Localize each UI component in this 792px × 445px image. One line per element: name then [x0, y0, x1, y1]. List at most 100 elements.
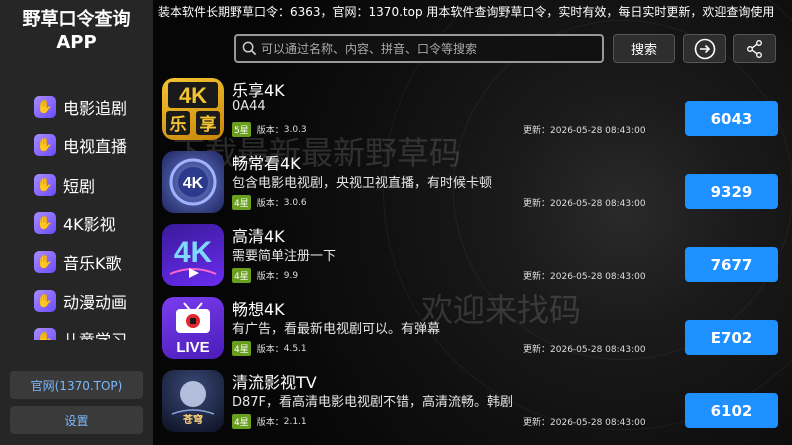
app-name: 畅常看4K — [232, 154, 301, 173]
app-meta: 4星 版本： 4.5.1 — [232, 341, 307, 356]
app-title-line2: APP — [56, 32, 97, 53]
hand-icon: ✋ — [34, 212, 56, 234]
app-name: 清流影视TV — [232, 373, 317, 392]
updated-time: 更新：2026-05-28 08:43:00 — [523, 123, 646, 136]
version-value: 2.1.1 — [283, 416, 307, 427]
updated-time: 更新：2026-05-28 08:43:00 — [523, 415, 646, 428]
main-panel: 装本软件长期野草口令：6363，官网：1370.top 用本软件查询野草口令，实… — [153, 0, 792, 445]
rating-badge: 5星 — [232, 122, 251, 137]
sidebar-item-tv-live[interactable]: ✋ 电视直播 — [34, 132, 127, 158]
version-value: 3.0.6 — [283, 197, 307, 208]
updated-value: 2026-05-28 08:43:00 — [550, 418, 646, 428]
app-description: 0A44 — [232, 99, 266, 114]
sidebar-item-label: 电影追剧 — [63, 99, 128, 118]
list-item[interactable]: LIVE 畅想4K 有广告，看最新电视剧可以。有弹幕 4星 版本： 4.5.1 更新… — [153, 293, 792, 365]
app-meta: 4星 版本： 2.1.1 — [232, 414, 307, 429]
updated-value: 2026-05-28 08:43:00 — [550, 126, 646, 136]
svg-text:乐: 乐 — [170, 115, 187, 135]
sidebar-item-label: 4K影视 — [63, 215, 116, 234]
hand-icon: ✋ — [34, 174, 56, 196]
app-logo: 4K 乐 享 — [162, 78, 224, 140]
app-name: 乐享4K — [232, 81, 285, 100]
sidebar-item-label: 电视直播 — [63, 137, 128, 156]
search-placeholder: 可以通过名称、内容、拼音、口令等搜索 — [261, 42, 478, 56]
code-button[interactable]: 9329 — [685, 174, 778, 209]
sidebar-item-music-karaoke[interactable]: ✋ 音乐K歌 — [34, 249, 122, 275]
sidebar-item-4k[interactable]: ✋ 4K影视 — [34, 210, 116, 236]
app-logo: 4K — [162, 224, 224, 286]
version-value: 4.5.1 — [283, 343, 307, 354]
list-item[interactable]: 4K 高清4K 需要简单注册一下 4星 版本： 9.9 更新：2026-05-28 … — [153, 220, 792, 292]
search-button[interactable]: 搜索 — [613, 34, 675, 63]
rating-badge: 4星 — [232, 414, 251, 429]
rating-badge: 4星 — [232, 268, 251, 283]
app-meta: 5星 版本： 3.0.3 — [232, 122, 307, 137]
hand-icon: ✋ — [34, 290, 56, 312]
sidebar-item-label: 儿童学习 — [63, 327, 127, 340]
code-button[interactable]: 6043 — [685, 101, 778, 136]
app-name: 高清4K — [232, 227, 285, 246]
updated-value: 2026-05-28 08:43:00 — [550, 199, 646, 209]
version-value: 9.9 — [283, 270, 299, 281]
sidebar-item-kids[interactable]: ✋ 儿童学习 — [34, 326, 127, 340]
updated-value: 2026-05-28 08:43:00 — [550, 345, 646, 355]
rating-badge: 4星 — [232, 341, 251, 356]
app-logo-image: 4K — [169, 158, 217, 206]
sidebar-item-short-drama[interactable]: ✋ 短剧 — [34, 172, 95, 198]
hand-icon: ✋ — [34, 328, 56, 340]
updated-label: 更新： — [523, 418, 551, 428]
code-button[interactable]: 7677 — [685, 247, 778, 282]
app-description: 包含电影电视剧，央视卫视直播，有时候卡顿 — [232, 176, 493, 191]
announcement-marquee: 装本软件长期野草口令：6363，官网：1370.top 用本软件查询野草口令，实… — [158, 5, 775, 19]
sidebar-item-label: 音乐K歌 — [63, 254, 122, 273]
code-button[interactable]: E702 — [685, 320, 778, 355]
updated-label: 更新： — [523, 126, 551, 136]
search-input[interactable]: 可以通过名称、内容、拼音、口令等搜索 — [234, 34, 604, 63]
app-logo-image: LIVE — [176, 302, 210, 356]
settings-button[interactable]: 设置 — [10, 406, 143, 434]
version-label: 版本： — [256, 199, 284, 209]
app-meta: 4星 版本： 9.9 — [232, 268, 298, 283]
updated-value: 2026-05-28 08:43:00 — [550, 272, 646, 282]
version-label: 版本： — [256, 126, 284, 136]
sidebar: 野草口令查询 APP ✋ 电影追剧 ✋ 电视直播 ✋ 短剧 ✋ 4K影视 ✋ 音乐K歌 ✋… — [0, 0, 153, 445]
app-logo: 4K — [162, 151, 224, 213]
app-description: 有广告，看最新电视剧可以。有弹幕 — [232, 322, 441, 337]
version-label: 版本： — [256, 418, 284, 428]
updated-label: 更新： — [523, 272, 551, 282]
svg-text:享: 享 — [200, 114, 217, 135]
sidebar-item-anime[interactable]: ✋ 动漫动画 — [34, 288, 127, 314]
official-site-button[interactable]: 官网(1370.TOP) — [10, 371, 143, 399]
updated-label: 更新： — [523, 345, 551, 355]
category-nav: ✋ 电影追剧 ✋ 电视直播 ✋ 短剧 ✋ 4K影视 ✋ 音乐K歌 ✋ 动漫动画 ✋ 儿童学习 — [0, 92, 153, 340]
list-item[interactable]: 4K 畅常看4K 包含电影电视剧，央视卫视直播，有时候卡顿 4星 版本： 3.0.6… — [153, 147, 792, 219]
app-title-line1: 野草口令查询 — [22, 9, 131, 30]
app-logo: LIVE — [162, 297, 224, 359]
rating-badge: 4星 — [232, 195, 251, 210]
svg-text:4K: 4K — [174, 236, 213, 269]
sidebar-item-movies[interactable]: ✋ 电影追剧 — [34, 94, 127, 120]
app-description: D87F，看高清电影电视剧不错，高清流畅。韩剧 — [232, 395, 514, 410]
version-label: 版本： — [256, 345, 284, 355]
updated-label: 更新： — [523, 199, 551, 209]
svg-text:苍穹: 苍穹 — [182, 413, 203, 426]
app-description: 需要简单注册一下 — [232, 249, 337, 264]
hand-icon: ✋ — [34, 134, 56, 156]
list-item[interactable]: 4K 乐 享 乐享4K 0A44 5星 版本： 3.0.3 更新：2026-05-2… — [153, 74, 792, 146]
share-button[interactable] — [733, 34, 776, 63]
updated-time: 更新：2026-05-28 08:43:00 — [523, 342, 646, 355]
sidebar-item-label: 动漫动画 — [63, 293, 128, 312]
list-item[interactable]: 苍穹 清流影视TV D87F，看高清电影电视剧不错，高清流畅。韩剧 4星 版本： 2… — [153, 366, 792, 438]
app-logo-image: 4K — [169, 236, 217, 278]
app-title: 野草口令查询 APP — [0, 8, 153, 54]
updated-time: 更新：2026-05-28 08:43:00 — [523, 196, 646, 209]
svg-text:LIVE: LIVE — [176, 339, 209, 356]
code-button[interactable]: 6102 — [685, 393, 778, 428]
arrow-right-circle-icon — [694, 38, 715, 59]
svg-text:4K: 4K — [183, 175, 204, 192]
app-meta: 4星 版本： 3.0.6 — [232, 195, 307, 210]
updated-time: 更新：2026-05-28 08:43:00 — [523, 269, 646, 282]
app-logo-image: 4K 乐 享 — [166, 82, 220, 135]
version-value: 3.0.3 — [283, 124, 307, 135]
forward-button[interactable] — [683, 34, 726, 63]
